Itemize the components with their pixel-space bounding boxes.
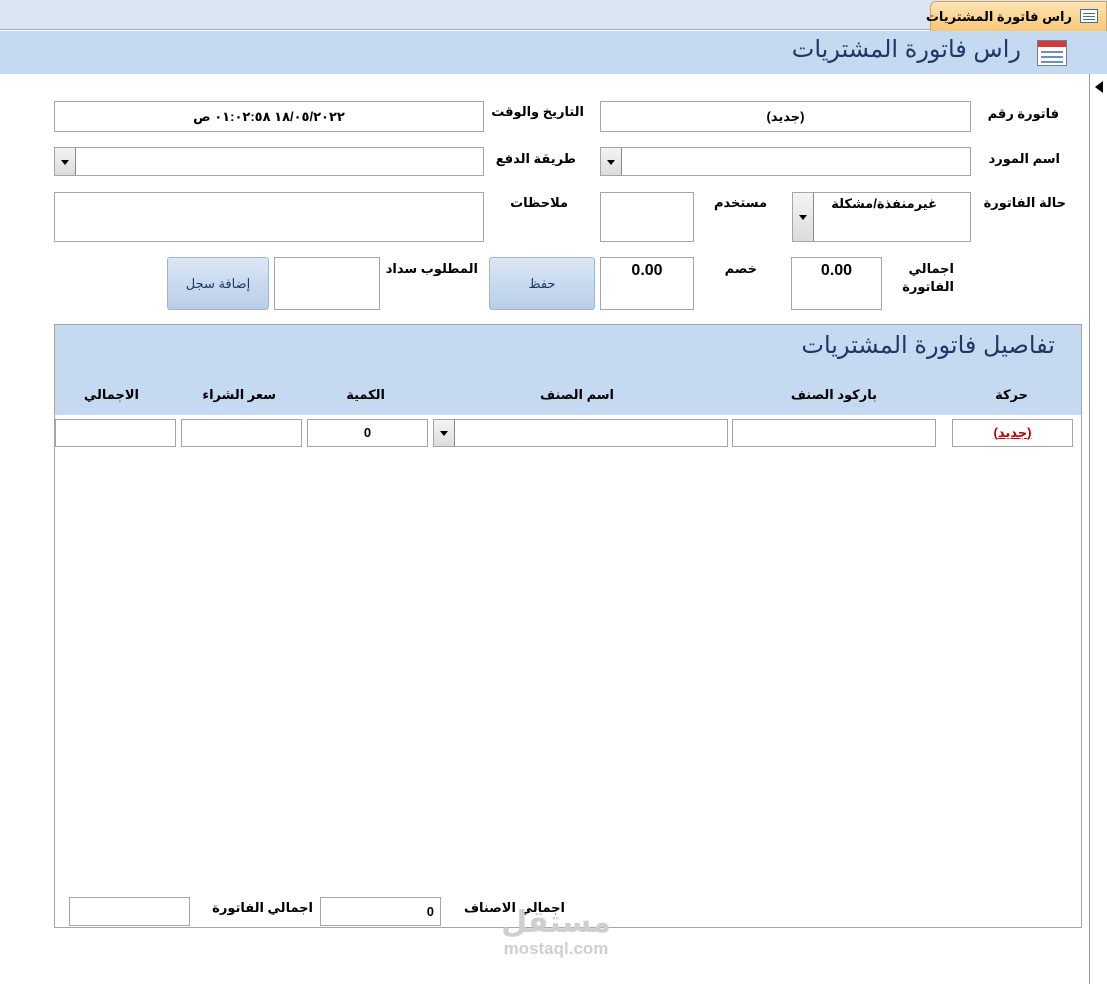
details-title: تفاصيل فاتورة المشتريات — [801, 332, 1055, 359]
invoice-status-value: غيرمنفذة/مشكلة — [831, 196, 937, 211]
notes-label: ملاحظات — [510, 195, 568, 210]
amount-due-field[interactable] — [274, 257, 380, 310]
discount-label: خصم — [724, 261, 757, 276]
column-header-quantity: الكمية — [346, 387, 385, 402]
footer-invoice-total-label: اجمالي الفاتورة — [212, 900, 313, 915]
amount-due-label: المطلوب سداد — [385, 261, 478, 276]
watermark-latin: mostaql.com — [503, 939, 609, 958]
chevron-down-icon[interactable] — [55, 148, 76, 175]
column-header-total: الاجمالي — [83, 387, 139, 402]
supplier-combo[interactable] — [600, 147, 971, 176]
details-subform: تفاصيل فاتورة المشتريات حركة باركود الصن… — [54, 324, 1082, 928]
datetime-label: التاريخ والوقت — [491, 104, 584, 119]
invoice-total-field[interactable]: 0.00 — [791, 257, 882, 310]
invoice-number-label: فاتورة رقم — [987, 106, 1059, 121]
invoice-total-label: اجمالي الفاتورة — [902, 261, 954, 294]
invoice-status-combo[interactable]: غيرمنفذة/مشكلة — [792, 192, 971, 242]
invoice-number-field[interactable]: (جديد) — [600, 101, 971, 132]
form-icon — [1080, 9, 1098, 23]
add-record-button[interactable]: إضافة سجل — [167, 257, 269, 310]
form-title: راس فاتورة المشتريات — [791, 36, 1021, 63]
user-label: مستخدم — [714, 195, 767, 210]
item-name-combo[interactable] — [433, 419, 728, 447]
record-selector-strip — [1089, 74, 1107, 984]
chevron-down-icon[interactable] — [601, 148, 622, 175]
watermark-arabic: مستقل — [501, 906, 611, 939]
record-pointer-icon — [1095, 81, 1103, 93]
column-header-item-name: اسم الصنف — [540, 387, 614, 402]
discount-field[interactable]: 0.00 — [600, 257, 694, 310]
chevron-down-icon[interactable] — [434, 420, 455, 446]
document-tab[interactable]: راس فاتورة المشتريات — [926, 1, 1107, 31]
details-header: تفاصيل فاتورة المشتريات حركة باركود الصن… — [55, 325, 1081, 415]
column-header-action: حركة — [995, 387, 1028, 402]
purchase-price-field[interactable] — [181, 419, 302, 447]
notes-field[interactable] — [54, 192, 484, 242]
invoice-status-label: حالة الفاتورة — [983, 195, 1066, 210]
chevron-down-icon[interactable] — [793, 193, 814, 241]
document-tab-label: راس فاتورة المشتريات — [925, 9, 1072, 24]
row-total-field[interactable] — [55, 419, 176, 447]
items-total-field[interactable]: 0 — [320, 897, 441, 926]
form-icon — [1037, 40, 1067, 66]
supplier-label: اسم المورد — [988, 151, 1060, 166]
new-record-link[interactable]: (جديد) — [952, 419, 1073, 447]
mostaql-watermark: مستقل mostaql.com — [486, 906, 626, 958]
save-button[interactable]: حفظ — [489, 257, 595, 310]
column-header-barcode: باركود الصنف — [790, 387, 877, 402]
payment-method-label: طريقة الدفع — [495, 151, 576, 166]
user-field[interactable] — [600, 192, 694, 242]
quantity-field[interactable]: 0 — [307, 419, 428, 447]
payment-method-combo[interactable] — [54, 147, 484, 176]
datetime-field[interactable]: ١٨/٠٥/٢٠٢٢ ٠١:٠٢:٥٨ ص — [54, 101, 484, 132]
column-header-purchase-price: سعر الشراء — [202, 387, 276, 402]
footer-invoice-total-field[interactable] — [69, 897, 190, 926]
form-header: راس فاتورة المشتريات — [0, 31, 1107, 74]
barcode-field[interactable] — [732, 419, 936, 447]
